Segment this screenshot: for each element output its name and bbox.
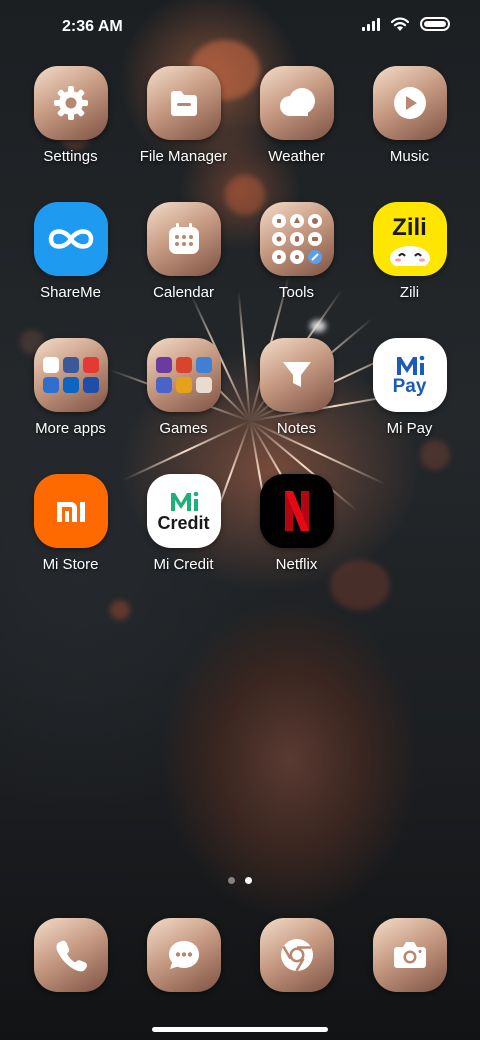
- cloud-icon[interactable]: [259, 66, 334, 140]
- page-dot-1[interactable]: [228, 877, 235, 884]
- apps-folder-icon[interactable]: [33, 338, 108, 412]
- gear-icon[interactable]: [33, 66, 108, 140]
- bokeh-light: [420, 440, 450, 470]
- app-games-folder[interactable]: Games: [127, 338, 240, 437]
- app-label: Zili: [399, 284, 420, 301]
- game-icon: [175, 377, 192, 393]
- chrome-icon[interactable]: [259, 918, 334, 992]
- game-icon: [175, 357, 192, 373]
- folder-preview: [42, 357, 99, 393]
- app-label: Mi Credit: [153, 556, 214, 573]
- calendar-icon[interactable]: [146, 202, 221, 276]
- wifi-icon: [390, 17, 410, 31]
- zili-logo-text: Zili: [392, 214, 427, 241]
- app-label: More apps: [35, 420, 106, 437]
- app-settings[interactable]: Settings: [14, 66, 127, 165]
- phone-icon[interactable]: [33, 918, 108, 992]
- game-icon: [195, 357, 212, 373]
- booking-icon: [82, 377, 99, 393]
- mi-credit-logo-text: Credit: [157, 513, 210, 533]
- signal-icon: [362, 17, 380, 31]
- page-indicator[interactable]: [0, 877, 480, 884]
- app-label: Music: [389, 148, 430, 165]
- message-icon[interactable]: [146, 918, 221, 992]
- app-label: Netflix: [275, 556, 318, 573]
- camera-icon[interactable]: [372, 918, 447, 992]
- app-shareme[interactable]: ShareMe: [14, 202, 127, 301]
- mi-pay-logo[interactable]: Pay: [372, 338, 447, 412]
- app-tools-folder[interactable]: Tools: [240, 202, 353, 301]
- mi-pay-logo-text: Pay: [392, 376, 427, 397]
- zili-logo[interactable]: Zili: [372, 202, 447, 276]
- games-folder-icon[interactable]: [146, 338, 221, 412]
- status-time: 2:36 AM: [62, 18, 123, 35]
- amazon-icon: [42, 377, 59, 393]
- tools-folder-icon[interactable]: [259, 202, 334, 276]
- app-mi-pay[interactable]: Pay Mi Pay: [353, 338, 466, 437]
- mi-logo-mark: [396, 355, 424, 375]
- zili-face-icon: [389, 246, 430, 266]
- app-label: Mi Store: [42, 556, 99, 573]
- app-label: ShareMe: [40, 284, 101, 301]
- game-icon: [155, 377, 172, 393]
- app-label: Tools: [278, 284, 315, 301]
- game-icon: [195, 377, 212, 393]
- game-icon: [155, 357, 172, 373]
- bokeh-light: [110, 600, 130, 620]
- status-bar: 2:36 AM: [0, 0, 480, 56]
- page-dot-2[interactable]: [245, 877, 252, 884]
- battery-icon: [420, 17, 450, 31]
- battery-fill: [424, 21, 446, 27]
- wps-icon: [82, 357, 99, 373]
- app-netflix[interactable]: Netflix: [240, 474, 353, 573]
- netflix-logo[interactable]: [259, 474, 334, 548]
- app-label: Weather: [268, 148, 325, 165]
- dock-messages[interactable]: [127, 918, 240, 992]
- status-icons: [362, 16, 450, 32]
- store-icon: [42, 357, 59, 373]
- app-label: Games: [159, 420, 208, 437]
- app-label: Notes: [276, 420, 317, 437]
- app-label: Mi Pay: [386, 420, 433, 437]
- mi-logo-mark: [170, 491, 198, 511]
- mi-logo[interactable]: [33, 474, 108, 548]
- app-weather[interactable]: Weather: [240, 66, 353, 165]
- app-more-apps-folder[interactable]: More apps: [14, 338, 127, 437]
- app-mi-store[interactable]: Mi Store: [14, 474, 127, 573]
- folder-icon[interactable]: [146, 66, 221, 140]
- app-notes[interactable]: Notes: [240, 338, 353, 437]
- app-file-manager[interactable]: File Manager: [127, 66, 240, 165]
- notes-icon[interactable]: [259, 338, 334, 412]
- play-icon[interactable]: [372, 66, 447, 140]
- dock-phone[interactable]: [14, 918, 127, 992]
- app-label: Calendar: [153, 284, 214, 301]
- facebook-icon: [62, 357, 79, 373]
- app-mi-credit[interactable]: Credit Mi Credit: [127, 474, 240, 573]
- app-zili[interactable]: Zili Zili: [353, 202, 466, 301]
- dock-camera[interactable]: [353, 918, 466, 992]
- app-label: Settings: [43, 148, 98, 165]
- linkedin-icon: [62, 377, 79, 393]
- app-label: File Manager: [139, 148, 228, 165]
- infinity-icon[interactable]: [33, 202, 108, 276]
- mi-credit-logo[interactable]: Credit: [146, 474, 221, 548]
- app-calendar[interactable]: Calendar: [127, 202, 240, 301]
- home-indicator[interactable]: [152, 1027, 328, 1032]
- app-music[interactable]: Music: [353, 66, 466, 165]
- folder-preview: [155, 357, 212, 393]
- dock-browser[interactable]: [240, 918, 353, 992]
